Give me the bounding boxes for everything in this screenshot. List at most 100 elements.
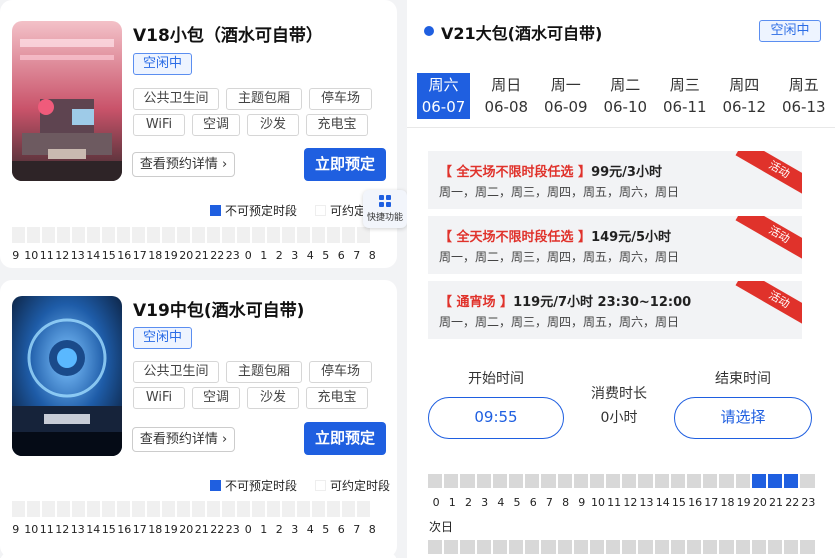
- time-slot[interactable]: [117, 227, 130, 243]
- end-time-picker[interactable]: 请选择: [674, 397, 812, 439]
- time-slot[interactable]: [357, 227, 370, 243]
- time-slot[interactable]: [12, 227, 25, 243]
- time-slot[interactable]: [327, 501, 340, 517]
- next-day-time-slot[interactable]: [492, 540, 507, 554]
- time-slot[interactable]: [162, 227, 175, 243]
- time-slot[interactable]: [342, 227, 355, 243]
- next-day-time-slot[interactable]: [800, 540, 815, 554]
- time-slot[interactable]: [57, 227, 70, 243]
- time-slot[interactable]: [132, 227, 145, 243]
- book-now-button[interactable]: 立即预定: [304, 422, 386, 455]
- promo-card[interactable]: 【 通宵场 】119元/7小时 23:30~12:00 周一，周二，周三，周四，…: [428, 281, 802, 339]
- time-slot[interactable]: [541, 474, 556, 488]
- time-slot[interactable]: [703, 474, 718, 488]
- time-slot[interactable]: [147, 227, 160, 243]
- time-slot[interactable]: [267, 227, 280, 243]
- room-card-v19[interactable]: V19中包(酒水可自带) 空闲中 公共卫生间 主题包厢 停车场 WiFi 空调 …: [0, 280, 397, 558]
- time-slot[interactable]: [237, 501, 250, 517]
- time-slot[interactable]: [525, 474, 540, 488]
- view-booking-details-button[interactable]: 查看预约详情 ›: [132, 152, 235, 177]
- time-slot[interactable]: [476, 474, 491, 488]
- time-slot[interactable]: [207, 227, 220, 243]
- time-slot[interactable]: [492, 474, 507, 488]
- date-tab[interactable]: 周日 06-08: [477, 73, 537, 119]
- next-day-time-slot[interactable]: [460, 540, 475, 554]
- next-day-time-slot[interactable]: [767, 540, 783, 554]
- time-slot[interactable]: [719, 474, 734, 488]
- next-day-time-slot[interactable]: [525, 540, 540, 554]
- time-slot[interactable]: [508, 474, 524, 488]
- time-slot[interactable]: [252, 227, 265, 243]
- time-slot[interactable]: [117, 501, 130, 517]
- time-slot[interactable]: [72, 227, 85, 243]
- promo-card[interactable]: 【 全天场不限时段任选 】99元/3小时 周一，周二，周三，周四，周五，周六，周…: [428, 151, 802, 209]
- next-day-time-slot[interactable]: [638, 540, 653, 554]
- time-slot[interactable]: [282, 501, 295, 517]
- next-day-time-slot[interactable]: [687, 540, 702, 554]
- room-card-v18[interactable]: V18小包（酒水可自带） 空闲中 公共卫生间 主题包厢 停车场 WiFi 空调 …: [0, 0, 397, 268]
- next-day-time-slot[interactable]: [589, 540, 605, 554]
- time-slot[interactable]: [297, 227, 310, 243]
- time-slot[interactable]: [297, 501, 310, 517]
- date-tab[interactable]: 周四 06-12: [715, 73, 775, 119]
- next-day-time-slot[interactable]: [557, 540, 572, 554]
- time-slot[interactable]: [42, 227, 55, 243]
- next-day-time-slot[interactable]: [622, 540, 637, 554]
- time-slot[interactable]: [177, 227, 190, 243]
- book-now-button[interactable]: 立即预定: [304, 148, 386, 181]
- time-slot[interactable]: [267, 501, 280, 517]
- time-slot[interactable]: [252, 501, 265, 517]
- time-slot[interactable]: [147, 501, 160, 517]
- time-slot[interactable]: [207, 501, 220, 517]
- promo-card[interactable]: 【 全天场不限时段任选 】149元/5小时 周一，周二，周三，周四，周五，周六，…: [428, 216, 802, 274]
- time-slot[interactable]: [670, 474, 685, 488]
- time-slot[interactable]: [192, 501, 205, 517]
- time-slot[interactable]: [87, 501, 100, 517]
- time-slot[interactable]: [102, 501, 115, 517]
- time-slot[interactable]: [460, 474, 475, 488]
- time-slot[interactable]: [12, 501, 25, 517]
- time-slot[interactable]: [312, 501, 325, 517]
- time-slot[interactable]: [327, 227, 340, 243]
- time-slot[interactable]: [192, 227, 205, 243]
- time-slot[interactable]: [589, 474, 605, 488]
- time-slot[interactable]: [573, 474, 588, 488]
- time-slot[interactable]: [622, 474, 637, 488]
- date-tab[interactable]: 周六 06-07: [417, 73, 470, 119]
- time-slot[interactable]: [27, 501, 40, 517]
- next-day-time-slot[interactable]: [541, 540, 556, 554]
- date-tab[interactable]: 周二 06-10: [596, 73, 656, 119]
- quick-function-button[interactable]: 快捷功能: [363, 190, 407, 228]
- time-slot[interactable]: [767, 474, 783, 488]
- view-booking-details-button[interactable]: 查看预约详情 ›: [132, 427, 235, 452]
- time-slot[interactable]: [428, 474, 443, 488]
- next-day-time-slot[interactable]: [476, 540, 491, 554]
- date-tab[interactable]: 周一 06-09: [536, 73, 596, 119]
- next-day-time-slot[interactable]: [751, 540, 766, 554]
- next-day-time-slot[interactable]: [606, 540, 621, 554]
- time-slot[interactable]: [735, 474, 750, 488]
- time-slot[interactable]: [638, 474, 653, 488]
- time-slot[interactable]: [557, 474, 572, 488]
- date-tab[interactable]: 周三 06-11: [655, 73, 715, 119]
- time-slot[interactable]: [357, 501, 370, 517]
- date-tab[interactable]: 周五 06-13: [774, 73, 834, 119]
- next-day-time-slot[interactable]: [573, 540, 588, 554]
- time-slot[interactable]: [132, 501, 145, 517]
- next-day-time-slot[interactable]: [444, 540, 459, 554]
- next-day-time-slot[interactable]: [654, 540, 669, 554]
- time-slot[interactable]: [87, 227, 100, 243]
- time-slot[interactable]: [654, 474, 669, 488]
- time-slot[interactable]: [342, 501, 355, 517]
- time-slot[interactable]: [282, 227, 295, 243]
- time-slot[interactable]: [312, 227, 325, 243]
- time-slot[interactable]: [162, 501, 175, 517]
- time-slot[interactable]: [800, 474, 815, 488]
- next-day-time-slot[interactable]: [670, 540, 685, 554]
- time-slot[interactable]: [237, 227, 250, 243]
- next-day-time-slot[interactable]: [735, 540, 750, 554]
- next-day-time-slot[interactable]: [703, 540, 718, 554]
- time-slot[interactable]: [751, 474, 766, 488]
- time-slot[interactable]: [784, 474, 799, 488]
- time-slot[interactable]: [606, 474, 621, 488]
